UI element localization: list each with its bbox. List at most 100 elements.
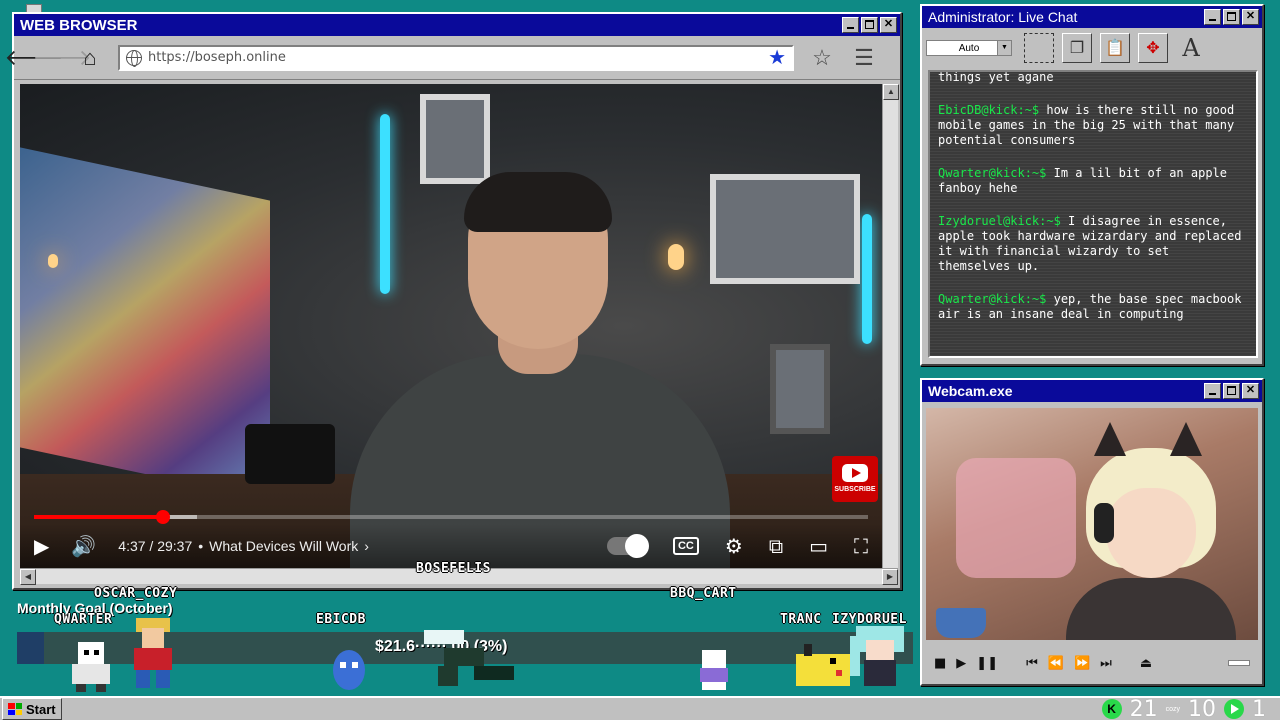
chat-username: Qwarter@kick:~$ (938, 166, 1047, 180)
chevron-right-icon[interactable]: › (364, 538, 369, 554)
viewer-name: TRANC (780, 612, 822, 627)
play-icon[interactable]: ▶ (34, 534, 49, 558)
viewer-name: OSCAR_COZY (94, 586, 178, 601)
browser-title: WEB BROWSER (20, 16, 138, 34)
chat-log[interactable]: things yet agane EbicDB@kick:~$ how is t… (928, 70, 1258, 358)
viewer-name: BOSEFELIS (416, 561, 491, 576)
extra-count: 1 (1252, 696, 1266, 720)
taskbar: Start K 21 cozy 10 1 (0, 696, 1280, 720)
maximize-button[interactable] (861, 17, 878, 33)
paste-icon[interactable]: 📋 (1100, 33, 1130, 63)
close-button[interactable]: ✕ (880, 17, 897, 33)
zoom-select[interactable]: Auto ▼ (926, 40, 1012, 56)
chapter-separator: • (198, 538, 204, 554)
goal-fill (17, 632, 44, 664)
stop-icon[interactable]: ■ (934, 656, 946, 671)
webcam-titlebar[interactable]: Webcam.exe ✕ (922, 380, 1262, 402)
headset (1094, 503, 1114, 543)
scroll-left-arrow-icon[interactable]: ◀ (20, 569, 36, 585)
cat-ear-right (1170, 422, 1202, 456)
favorites-star-icon[interactable]: ☆ (808, 45, 836, 71)
camera-prop (245, 424, 335, 484)
browser-titlebar[interactable]: WEB BROWSER ✕ (14, 14, 900, 36)
move-icon[interactable]: ✥ (1138, 33, 1168, 63)
autoplay-toggle[interactable] (606, 534, 649, 558)
home-icon[interactable]: ⌂ (76, 44, 104, 72)
viewer-sprite (134, 618, 172, 688)
rewind-icon[interactable]: ⏪ (1048, 656, 1064, 671)
wall-frame (710, 174, 860, 284)
pause-icon[interactable]: ❚❚ (976, 656, 998, 671)
minimize-button[interactable] (1204, 9, 1221, 25)
browser-toolbar: 🡐 🡒 ⌂ https://boseph.online ★ ☆ ☰ (5, 36, 900, 80)
scroll-right-arrow-icon[interactable]: ▶ (882, 569, 898, 585)
blue-light (862, 214, 872, 344)
background-object (956, 458, 1076, 578)
chapter-title[interactable]: What Devices Will Work (209, 538, 358, 554)
viewer-sprite (333, 650, 365, 690)
media-controls: ■ ▶ ❚❚ ⏮ ⏪ ⏩ ⏭ ⏏ (926, 648, 1258, 678)
chat-message: Qwarter@kick:~$ Im a lil bit of an apple… (938, 166, 1248, 196)
vertical-scrollbar[interactable]: ▲ (882, 84, 899, 568)
lamp-light (48, 254, 58, 268)
subscribe-button[interactable]: SUBSCRIBE (832, 456, 878, 502)
fast-forward-icon[interactable]: ⏩ (1074, 656, 1090, 671)
browser-window: WEB BROWSER ✕ 🡐 🡒 ⌂ https://boseph.onlin… (5, 12, 902, 590)
eject-icon[interactable]: ⏏ (1140, 656, 1152, 671)
webcam-title: Webcam.exe (928, 383, 1013, 399)
maximize-button[interactable] (1223, 383, 1240, 399)
address-bar[interactable]: https://boseph.online ★ (118, 44, 794, 71)
theater-mode-icon[interactable]: ▭ (809, 534, 828, 558)
bookmark-star-icon[interactable]: ★ (768, 45, 786, 70)
chat-message: Qwarter@kick:~$ yep, the base spec macbo… (938, 292, 1248, 322)
close-button[interactable]: ✕ (1242, 9, 1259, 25)
viewer-name: IZYDORUEL (832, 612, 907, 627)
viewer-name: BBQ_CART (670, 586, 737, 601)
start-label: Start (26, 701, 56, 717)
chevron-down-icon[interactable]: ▼ (997, 41, 1011, 55)
avatar-body (1066, 578, 1236, 640)
chat-message: Izydoruel@kick:~$ I disagree in essence,… (938, 214, 1248, 274)
select-icon[interactable] (1024, 33, 1054, 63)
skip-forward-icon[interactable]: ⏭ (1100, 656, 1112, 671)
url-text[interactable]: https://boseph.online (148, 50, 768, 65)
miniplayer-icon[interactable]: ⧉ (769, 534, 783, 558)
fullscreen-icon[interactable]: ⛶ (854, 534, 868, 558)
forward-arrow-icon[interactable]: 🡒 (33, 44, 92, 72)
volume-slider[interactable] (1228, 660, 1250, 666)
kick-icon[interactable]: K (1101, 699, 1122, 719)
volume-icon[interactable]: 🔊 (71, 534, 96, 558)
avatar-face (1106, 488, 1196, 578)
font-icon[interactable]: A (1176, 33, 1206, 63)
viewer-count: 21 (1129, 696, 1158, 720)
chat-titlebar[interactable]: Administrator: Live Chat ✕ (922, 6, 1262, 28)
viewer-sprite (72, 642, 110, 692)
minimize-button[interactable] (842, 17, 859, 33)
live-chat-window: Administrator: Live Chat ✕ Auto ▼ ❐ 📋 ✥ … (920, 4, 1264, 366)
chat-toolbar: Auto ▼ ❐ 📋 ✥ A (922, 28, 1262, 68)
captions-icon[interactable]: CC (672, 537, 699, 555)
menu-icon[interactable]: ☰ (850, 45, 878, 71)
cat-ear-left (1094, 422, 1126, 456)
play-circle-icon[interactable] (1224, 699, 1244, 719)
close-button[interactable]: ✕ (1242, 383, 1259, 399)
maximize-button[interactable] (1223, 9, 1240, 25)
viewer-name: QWARTER (54, 612, 113, 627)
skip-back-icon[interactable]: ⏮ (1026, 656, 1038, 671)
monitor-screen (20, 147, 270, 501)
video-progress-bar[interactable] (34, 510, 868, 524)
copy-icon[interactable]: ❐ (1062, 33, 1092, 63)
system-tray: K 21 cozy 10 1 (1101, 696, 1266, 720)
chat-title: Administrator: Live Chat (928, 9, 1078, 25)
play-icon[interactable]: ▶ (956, 656, 966, 671)
start-button[interactable]: Start (2, 698, 62, 720)
lamp-light (668, 244, 684, 270)
video-player[interactable]: SUBSCRIBE ▶ 🔊 4:37 / 29:37 • What Device… (20, 84, 882, 568)
scroll-up-arrow-icon[interactable]: ▲ (883, 84, 899, 100)
webcam-window: Webcam.exe ✕ ■ ▶ ❚❚ ⏮ ⏪ ⏩ ⏭ ⏏ (920, 378, 1264, 686)
video-time: 4:37 / 29:37 (118, 538, 193, 554)
cup (936, 608, 986, 638)
settings-gear-icon[interactable]: ⚙ (725, 534, 743, 558)
viewer-sprite (850, 626, 904, 686)
minimize-button[interactable] (1204, 383, 1221, 399)
